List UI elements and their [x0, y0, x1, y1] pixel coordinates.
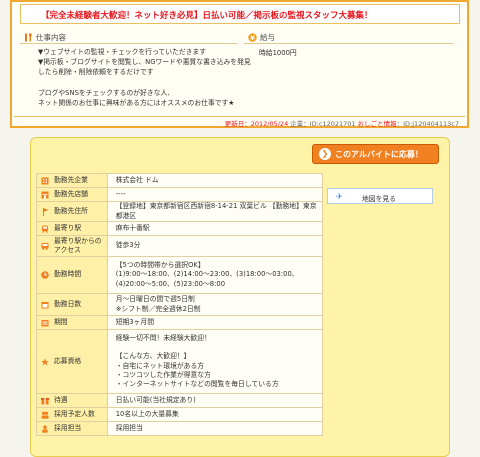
table-row: 採用予定人数 10名以上の大量募集 [36, 407, 324, 422]
store-icon [41, 191, 49, 198]
table-row: 勤務先住所 【登録地】東京都新宿区西新宿8-14-21 双葉ビル 【勤務地】東京… [36, 201, 324, 222]
benefits-icon [41, 397, 49, 404]
svg-text:¥: ¥ [250, 34, 255, 42]
bus-icon [41, 243, 49, 250]
location-pin-icon [43, 207, 49, 216]
star-icon [41, 357, 49, 366]
table-row: 最寄り駅 麻布十番駅 [36, 221, 324, 236]
job-description: ▼ウェブサイトの監視・チェックを行っていただきます ▼掲示板・ブログサイトを閲覧… [38, 47, 251, 108]
map-button[interactable]: ✈ 地図を見る [327, 188, 433, 204]
row-value-access: 徒歩3分 [106, 235, 324, 257]
ad-id: ：ID:j120404113c7 [396, 120, 459, 128]
updated-date: 更新日：2012/05/24 [224, 120, 289, 128]
job-info-table: 勤務先企業 株式会社 ドム 勤務先店舗 ---- 勤務先住所 【登録地】東京都新… [36, 173, 324, 436]
row-value-period: 短期3ヶ月間 [106, 315, 324, 330]
tools-icon [25, 33, 32, 42]
job-summary-card: 【完全未経験者大歓迎！ネット好き必見】日払い可能／掲示板の監視スタッフ大募集！ … [10, 0, 469, 128]
table-row: 待遇 日払い可能(当社規定あり) [36, 393, 324, 408]
row-value-address: 【登録地】東京都新宿区西新宿8-14-21 双葉ビル 【勤務地】東京都港区 [106, 201, 324, 222]
row-value-benefits: 日払い可能(当社規定あり) [106, 393, 324, 408]
row-value-station: 麻布十番駅 [106, 221, 324, 236]
row-value-contact: 採用担当 [106, 421, 324, 436]
meta-info: 更新日：2012/05/24 企業：ID:c12021701 おしごと情報：ID… [225, 118, 459, 128]
table-row: 勤務先企業 株式会社 ドム [36, 173, 324, 188]
description-line [38, 78, 248, 88]
company-id: 企業：ID:c12021701 [290, 120, 356, 128]
chevron-right-icon: ❯ [319, 148, 331, 160]
salary-header: ¥ 給与 [244, 31, 454, 44]
period-icon [41, 319, 49, 326]
row-value-store: ---- [106, 187, 324, 202]
table-row: 期間 短期3ヶ月間 [36, 315, 324, 330]
people-icon [41, 411, 49, 419]
table-row: 採用担当 採用担当 [36, 421, 324, 436]
job-title-bar: 【完全未経験者大歓迎！ネット好き必見】日払い可能／掲示板の監視スタッフ大募集！ [20, 4, 460, 24]
train-icon [42, 225, 48, 233]
salary-value: 時給1000円 [259, 49, 297, 57]
job-content-heading: 仕事内容 [36, 33, 66, 42]
apply-button[interactable]: ❯ このアルバイトに応募！ [312, 144, 439, 164]
clock-icon [41, 271, 49, 279]
map-button-label: 地図を見る [362, 195, 396, 203]
salary-heading: 給与 [260, 33, 275, 42]
yen-coin-icon: ¥ [248, 32, 257, 42]
row-value-headcount: 10名以上の大量募集 [106, 407, 324, 422]
description-line: ▼ウェブサイトの監視・チェックを行っていただきます [38, 48, 207, 56]
job-content-header: 仕事内容 [20, 31, 238, 44]
table-row: 最寄り駅からのアクセス 徒歩3分 [36, 235, 324, 257]
airplane-icon: ✈ [336, 192, 343, 201]
ad-id-label: おしごと情報 [357, 120, 397, 128]
row-value-hours: 【5つの時間帯から選択OK】 (1)9:00～18:00、(2)14:00～23… [106, 256, 324, 294]
description-line: ▼掲示板・ブログサイトを閲覧し、NGワードや悪質な書き込みを発見 [38, 58, 251, 67]
meta-bar: 更新日：2012/05/24 企業：ID:c12021701 おしごと情報：ID… [14, 116, 465, 128]
description-line: ネット関係のお仕事に興味がある方にはオススメのお仕事です★ [38, 99, 235, 108]
description-line: ブログやSNSをチェックするのが好きな人、 [38, 88, 175, 97]
person-icon [42, 424, 48, 433]
table-row: 勤務時間 【5つの時間帯から選択OK】 (1)9:00～18:00、(2)14:… [36, 256, 324, 294]
row-value-company: 株式会社 ドム [106, 173, 324, 188]
row-value-days: 月～日曜日の間で週5日制 ※シフト制／完全週休2日制 [106, 293, 324, 316]
table-row: 勤務先店舗 ---- [36, 187, 324, 202]
calendar-icon [41, 301, 49, 308]
table-row: 応募資格 経験一切不問！未経験大歓迎！ 【こんな方、大歓迎！】 ・自宅にネット環… [36, 329, 324, 394]
apply-button-label: このアルバイトに応募！ [335, 150, 423, 159]
job-title: 【完全未経験者大歓迎！ネット好き必見】日払い可能／掲示板の監視スタッフ大募集！ [41, 11, 373, 21]
row-value-qualification: 経験一切不問！未経験大歓迎！ 【こんな方、大歓迎！】 ・自宅にネット環境がある方… [106, 329, 324, 394]
table-row: 勤務日数 月～日曜日の間で週5日制 ※シフト制／完全週休2日制 [36, 293, 324, 316]
description-line: したら削除・削除依頼をするだけです [38, 68, 154, 77]
company-icon [41, 177, 49, 184]
